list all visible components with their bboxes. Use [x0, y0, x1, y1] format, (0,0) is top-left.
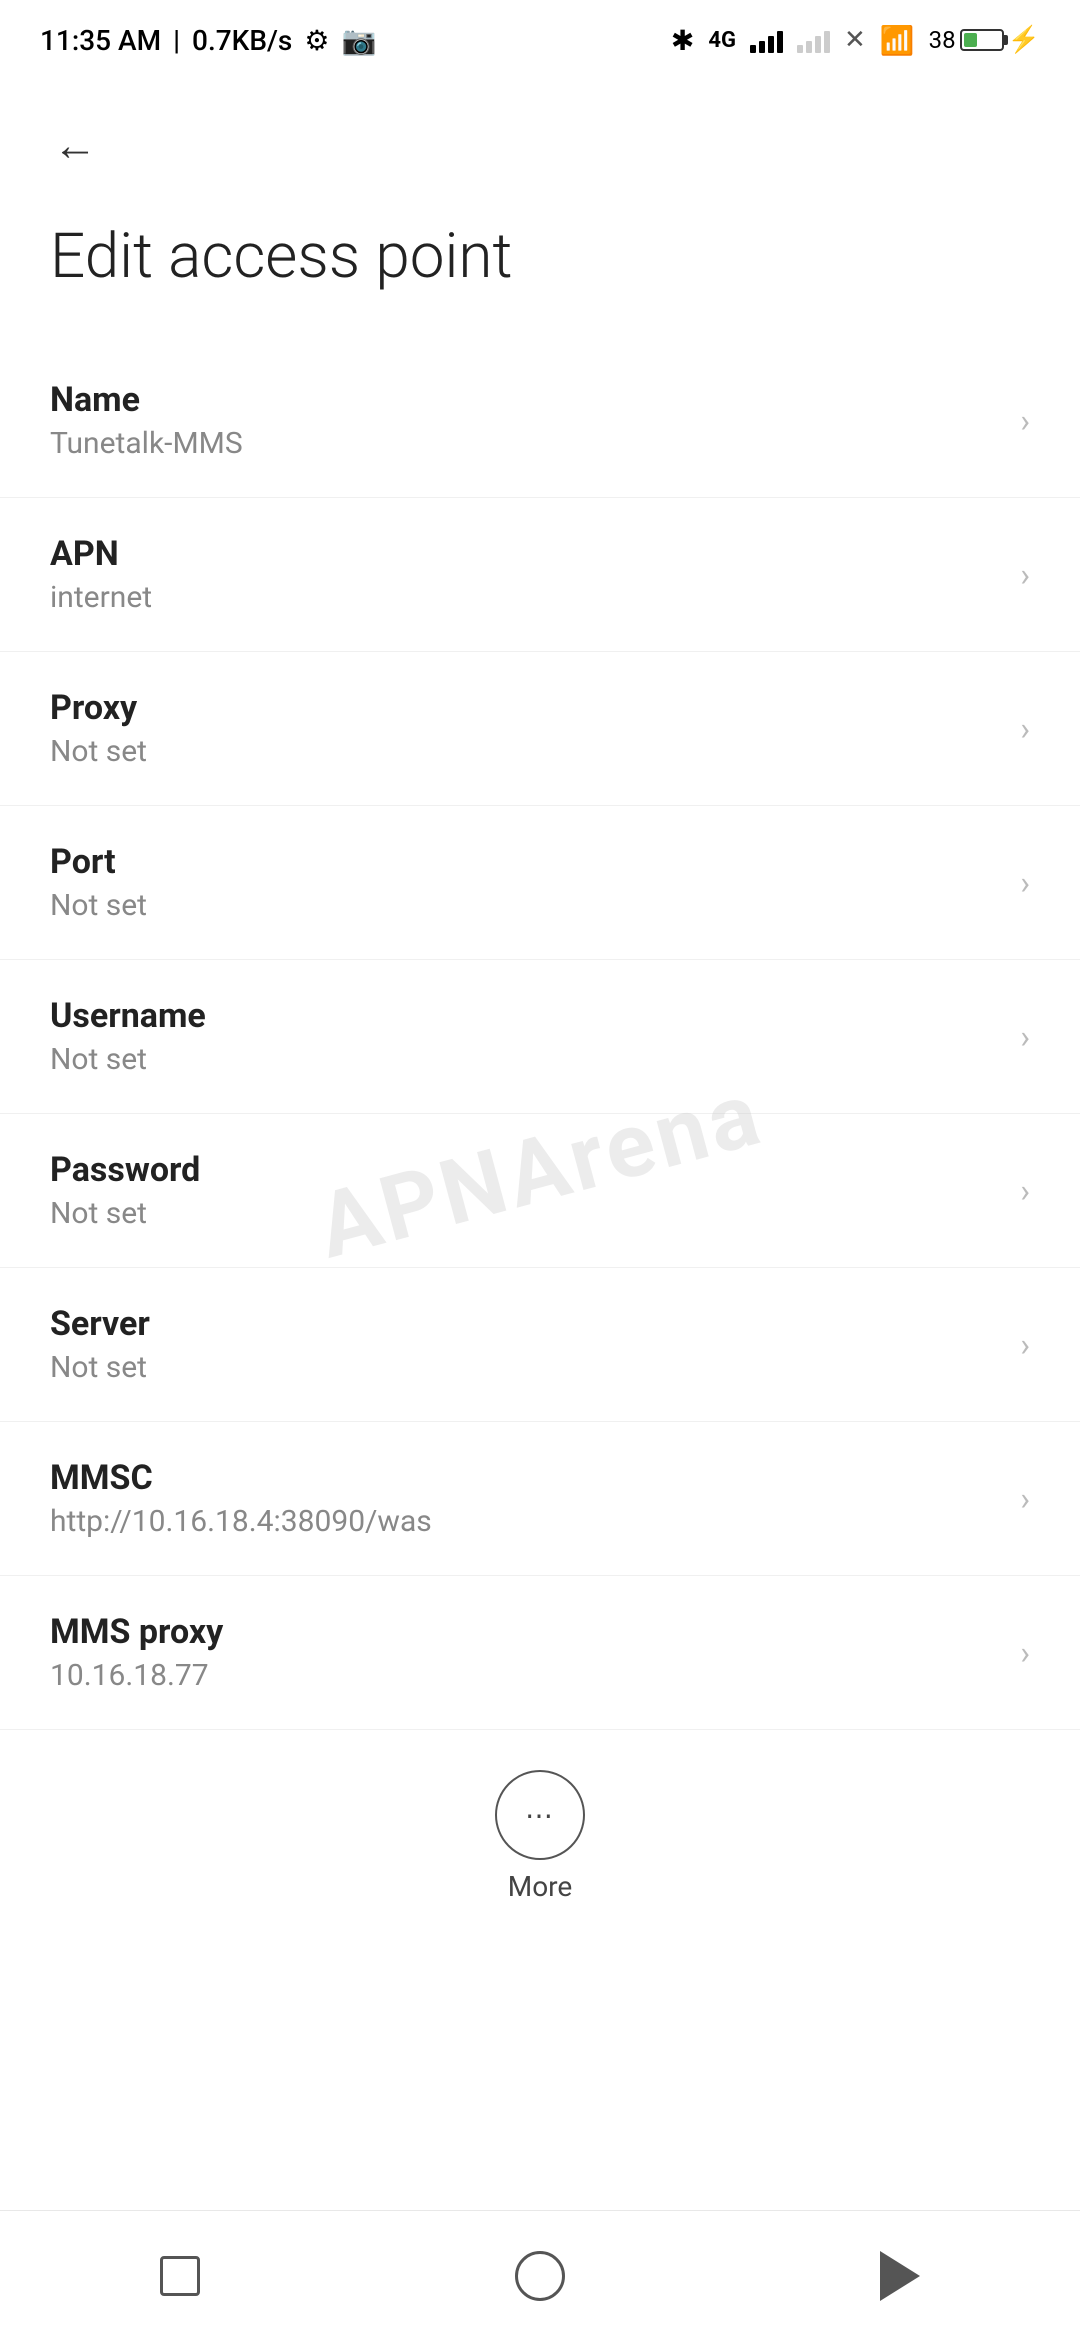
bar4	[777, 31, 783, 53]
network-4g-icon: 4G	[708, 28, 736, 53]
nav-home-button[interactable]	[490, 2226, 590, 2326]
chevron-right-icon-2: ›	[1020, 710, 1030, 748]
more-label: More	[508, 1870, 573, 1903]
status-left: 11:35 AM | 0.7KB/s ⚙ 📷	[40, 24, 376, 57]
battery-fill	[964, 33, 978, 47]
settings-item-value-3: Not set	[50, 888, 1000, 923]
bar2	[759, 41, 765, 53]
settings-item-username[interactable]: Username Not set ›	[0, 960, 1080, 1114]
settings-item-content-7: MMSC http://10.16.18.4:38090/was	[50, 1458, 1000, 1539]
settings-item-content-1: APN internet	[50, 534, 1000, 615]
signal-bars-1	[750, 27, 783, 53]
status-right: ✱ 4G ✕ 📶 38 ⚡	[671, 24, 1040, 57]
settings-item-value-6: Not set	[50, 1350, 1000, 1385]
settings-item-port[interactable]: Port Not set ›	[0, 806, 1080, 960]
settings-item-label-6: Server	[50, 1304, 1000, 1344]
recents-icon	[160, 2256, 200, 2296]
bluetooth-icon: ✱	[671, 24, 694, 57]
bottom-navigation	[0, 2210, 1080, 2340]
speed-display: |	[173, 24, 180, 57]
back-area: ←	[0, 80, 1080, 200]
settings-item-value-7: http://10.16.18.4:38090/was	[50, 1504, 1000, 1539]
bar2	[806, 41, 812, 53]
more-button[interactable]: ⋯	[495, 1770, 585, 1860]
settings-item-value-8: 10.16.18.77	[50, 1658, 1000, 1693]
settings-item-mms-proxy[interactable]: MMS proxy 10.16.18.77 ›	[0, 1576, 1080, 1730]
settings-item-label-2: Proxy	[50, 688, 1000, 728]
wifi-icon: 📶	[880, 24, 915, 57]
status-bar: 11:35 AM | 0.7KB/s ⚙ 📷 ✱ 4G ✕ 📶 38 ⚡	[0, 0, 1080, 80]
bar3	[815, 36, 821, 53]
settings-item-mmsc[interactable]: MMSC http://10.16.18.4:38090/was ›	[0, 1422, 1080, 1576]
settings-item-label-3: Port	[50, 842, 1000, 882]
settings-item-label-4: Username	[50, 996, 1000, 1036]
battery-percent: 38	[929, 26, 956, 54]
bar4	[824, 31, 830, 53]
bar1	[797, 45, 803, 53]
chevron-right-icon-4: ›	[1020, 1018, 1030, 1056]
settings-item-value-4: Not set	[50, 1042, 1000, 1077]
back-icon	[880, 2251, 920, 2301]
settings-item-content-4: Username Not set	[50, 996, 1000, 1077]
chevron-right-icon-8: ›	[1020, 1634, 1030, 1672]
settings-item-value-1: internet	[50, 580, 1000, 615]
settings-item-value-2: Not set	[50, 734, 1000, 769]
battery-container: 38 ⚡	[929, 25, 1040, 55]
settings-item-label-1: APN	[50, 534, 1000, 574]
settings-item-label-5: Password	[50, 1150, 1000, 1190]
charging-icon: ⚡	[1008, 25, 1040, 55]
chevron-right-icon-6: ›	[1020, 1326, 1030, 1364]
chevron-right-icon-5: ›	[1020, 1172, 1030, 1210]
settings-item-value-5: Not set	[50, 1196, 1000, 1231]
more-dots-icon: ⋯	[525, 1799, 555, 1832]
settings-item-content-8: MMS proxy 10.16.18.77	[50, 1612, 1000, 1693]
chevron-right-icon-0: ›	[1020, 402, 1030, 440]
more-section: ⋯ More	[0, 1730, 1080, 1933]
settings-item-content-0: Name Tunetalk-MMS	[50, 380, 1000, 461]
camera-icon: 📷	[341, 24, 376, 57]
no-signal-icon: ✕	[844, 25, 866, 55]
bar3	[768, 36, 774, 53]
settings-item-proxy[interactable]: Proxy Not set ›	[0, 652, 1080, 806]
time-display: 11:35 AM	[40, 24, 161, 57]
settings-item-content-5: Password Not set	[50, 1150, 1000, 1231]
back-arrow-icon: ←	[53, 119, 97, 171]
chevron-right-icon-7: ›	[1020, 1480, 1030, 1518]
settings-item-apn[interactable]: APN internet ›	[0, 498, 1080, 652]
settings-item-server[interactable]: Server Not set ›	[0, 1268, 1080, 1422]
page-title: Edit access point	[0, 200, 1080, 344]
settings-item-label-0: Name	[50, 380, 1000, 420]
home-icon	[515, 2251, 565, 2301]
settings-item-content-3: Port Not set	[50, 842, 1000, 923]
nav-recents-button[interactable]	[130, 2226, 230, 2326]
signal-bars-2	[797, 27, 830, 53]
settings-item-content-6: Server Not set	[50, 1304, 1000, 1385]
data-speed: 0.7KB/s	[192, 24, 292, 57]
settings-item-label-8: MMS proxy	[50, 1612, 1000, 1652]
settings-item-label-7: MMSC	[50, 1458, 1000, 1498]
chevron-right-icon-3: ›	[1020, 864, 1030, 902]
settings-icon: ⚙	[304, 24, 329, 57]
settings-item-password[interactable]: Password Not set ›	[0, 1114, 1080, 1268]
battery-icon	[960, 29, 1004, 51]
settings-item-value-0: Tunetalk-MMS	[50, 426, 1000, 461]
bar1	[750, 45, 756, 53]
nav-back-button[interactable]	[850, 2226, 950, 2326]
settings-list: Name Tunetalk-MMS › APN internet › Proxy…	[0, 344, 1080, 1730]
settings-item-name[interactable]: Name Tunetalk-MMS ›	[0, 344, 1080, 498]
settings-item-content-2: Proxy Not set	[50, 688, 1000, 769]
chevron-right-icon-1: ›	[1020, 556, 1030, 594]
back-button[interactable]: ←	[40, 110, 110, 180]
